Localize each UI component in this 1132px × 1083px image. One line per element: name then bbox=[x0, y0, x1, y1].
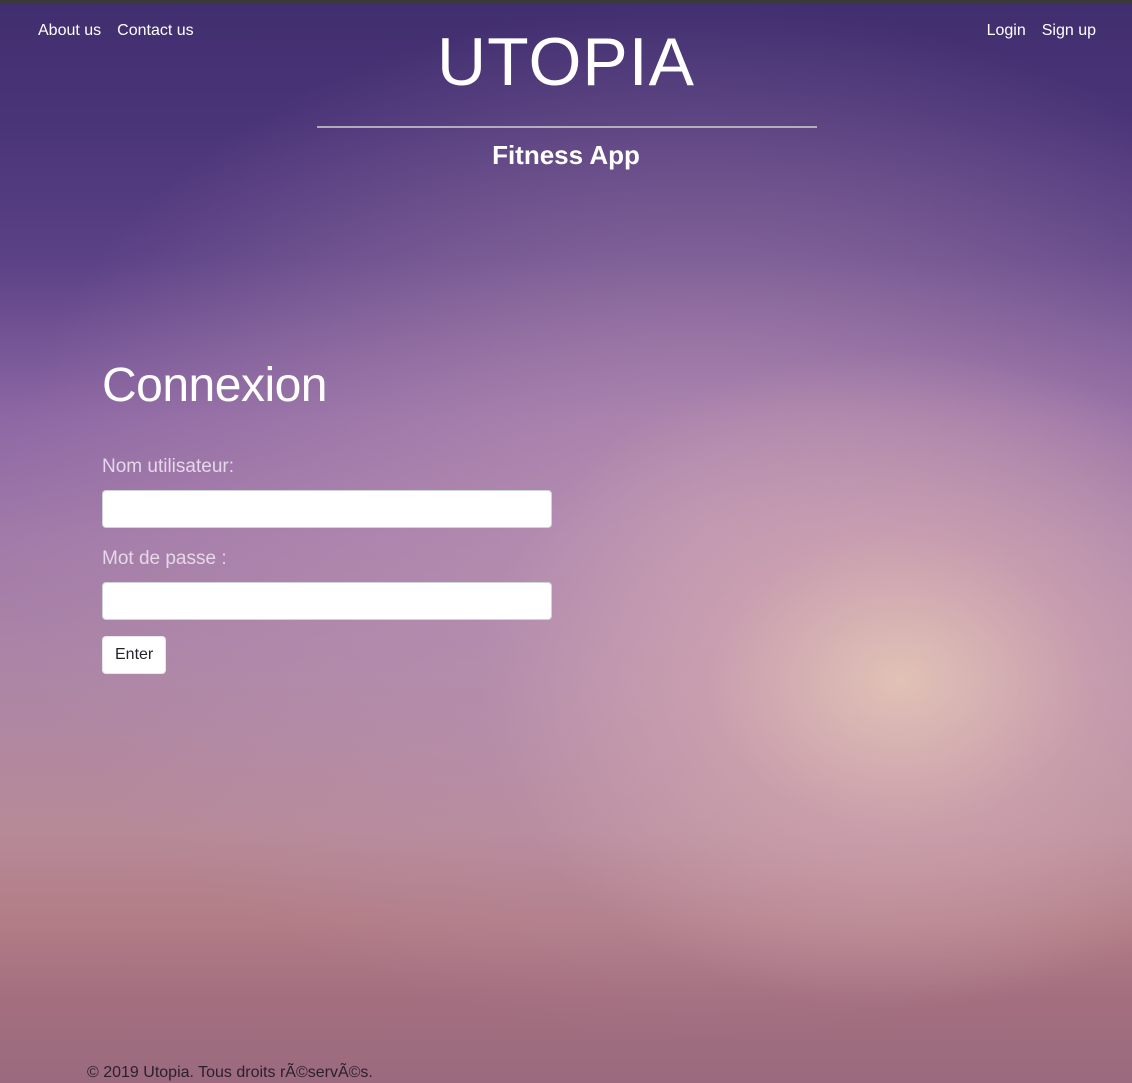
username-input[interactable] bbox=[102, 490, 552, 528]
footer-copyright: © 2019 Utopia. Tous droits rÃ©servÃ©s. bbox=[87, 1064, 373, 1081]
brand-divider bbox=[317, 126, 817, 128]
window-top-border bbox=[0, 0, 1132, 3]
page-body: { "nav": { "left": [ {"label": "About us… bbox=[0, 0, 1132, 1083]
brand-title: UTOPIA bbox=[437, 24, 695, 100]
login-title: Connexion bbox=[102, 359, 328, 412]
brand-subtitle: Fitness App bbox=[492, 140, 640, 170]
username-label: Nom utilisateur: bbox=[102, 456, 234, 477]
login-form: Connexion Nom utilisateur: Mot de passe … bbox=[102, 355, 552, 674]
enter-button[interactable]: Enter bbox=[102, 636, 167, 674]
password-label: Mot de passe : bbox=[102, 548, 227, 569]
password-input[interactable] bbox=[102, 582, 552, 620]
